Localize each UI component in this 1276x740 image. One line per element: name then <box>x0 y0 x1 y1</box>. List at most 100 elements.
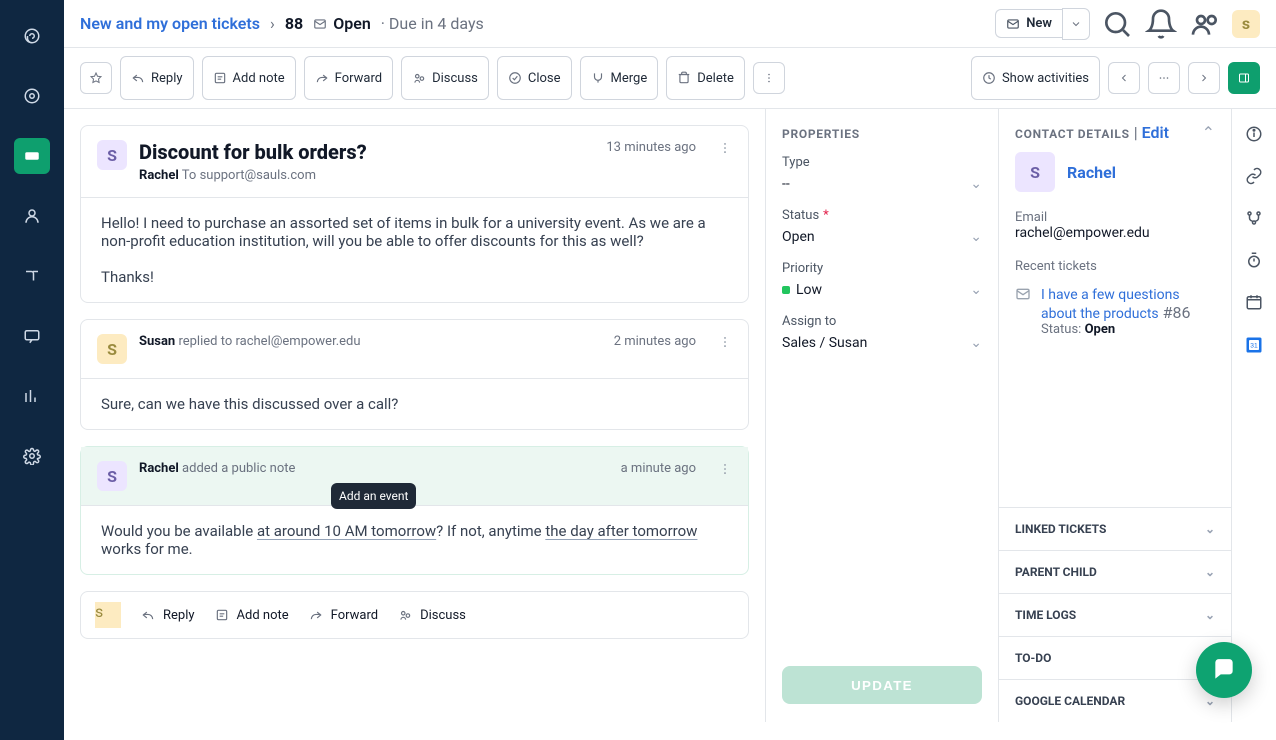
tooltip-text: Add an event <box>339 489 408 503</box>
collapse-contact-icon[interactable]: ⌃ <box>1202 123 1215 142</box>
star-button[interactable] <box>80 62 112 94</box>
label: Priority <box>782 261 982 276</box>
show-activities-label: Show activities <box>1002 71 1089 86</box>
avatar: s <box>95 602 121 628</box>
search-icon <box>1101 8 1133 40</box>
contact-eyebrow: CONTACT DETAILS <box>1015 127 1130 141</box>
close-button[interactable]: Close <box>497 56 572 100</box>
field-type[interactable]: Type --⌄ <box>782 155 982 192</box>
add-note-button[interactable]: Add note <box>202 56 296 100</box>
chat-fab[interactable] <box>1196 642 1252 698</box>
accordion-time-logs[interactable]: TIME LOGS⌄ <box>999 593 1231 636</box>
panel-right-icon <box>1238 72 1250 84</box>
footer-add-note[interactable]: Add note <box>215 608 289 623</box>
field-status[interactable]: Status* Open⌄ <box>782 208 982 245</box>
nav-explore-item[interactable] <box>14 78 50 114</box>
message-more[interactable] <box>718 140 732 159</box>
next-ticket[interactable] <box>1188 62 1220 94</box>
stopwatch-icon[interactable] <box>1245 251 1263 269</box>
recent-ticket-title[interactable]: I have a few questions about the product… <box>1041 287 1180 322</box>
nav-tickets-item[interactable] <box>14 138 50 174</box>
discuss-button[interactable]: Discuss <box>401 56 489 100</box>
note-text-before: Would you be available <box>101 522 257 540</box>
avatar-initial: S <box>107 467 117 486</box>
status-chip: Open <box>313 14 371 33</box>
link-icon[interactable] <box>1245 167 1263 185</box>
recent-status-value: Open <box>1085 322 1116 337</box>
value: Sales / Susan <box>782 335 867 351</box>
update-button[interactable]: UPDATE <box>782 666 982 704</box>
accordion-label: TO-DO <box>1015 651 1051 665</box>
contact-avatar: S <box>1015 152 1055 192</box>
calendar-icon[interactable] <box>1245 293 1263 311</box>
search-button[interactable] <box>1100 7 1134 41</box>
chevron-left-icon <box>1118 72 1130 84</box>
note-underline-1[interactable]: at around 10 AM tomorrow <box>257 522 436 540</box>
value: -- <box>782 176 790 192</box>
more-actions[interactable] <box>753 62 785 94</box>
crumb-list-link[interactable]: New and my open tickets <box>80 14 260 33</box>
accordion-parent-child[interactable]: PARENT CHILD⌄ <box>999 550 1231 593</box>
notifications-button[interactable] <box>1144 7 1178 41</box>
value: Low <box>796 282 822 298</box>
properties-panel: PROPERTIES Type --⌄ Status* Open⌄ Priori… <box>765 109 999 722</box>
contact-edit-link[interactable]: Edit <box>1142 123 1169 142</box>
field-priority[interactable]: Priority Low ⌄ <box>782 261 982 298</box>
discuss-label: Discuss <box>432 71 478 86</box>
accordion-label: GOOGLE CALENDAR <box>1015 694 1125 708</box>
merge-label: Merge <box>611 71 648 86</box>
footer-reply[interactable]: Reply <box>141 608 195 623</box>
message-more[interactable] <box>718 461 732 480</box>
label: Add note <box>237 608 289 623</box>
nav-settings-item[interactable] <box>14 438 50 474</box>
reply-button[interactable]: Reply <box>120 56 194 100</box>
left-nav-rail <box>0 0 64 740</box>
chevron-down-icon: ⌄ <box>1205 522 1215 536</box>
chat-bubble-icon <box>1211 657 1237 683</box>
accordion-label: TIME LOGS <box>1015 608 1076 622</box>
ticket-icon <box>1015 286 1031 337</box>
forward-button[interactable]: Forward <box>304 56 393 100</box>
pager-more[interactable] <box>1148 62 1180 94</box>
field-assign[interactable]: Assign to Sales / Susan⌄ <box>782 314 982 351</box>
nav-contacts-item[interactable] <box>14 198 50 234</box>
note-icon <box>215 608 229 622</box>
message-card-1: S Discount for bulk orders? Rachel To su… <box>80 125 749 303</box>
org-button[interactable] <box>1188 7 1222 41</box>
message-more[interactable] <box>718 334 732 353</box>
top-bar: New and my open tickets › 88 Open · Due … <box>64 0 1276 48</box>
prev-ticket[interactable] <box>1108 62 1140 94</box>
message-time: a minute ago <box>621 461 696 476</box>
nav-knowledge-item[interactable] <box>14 258 50 294</box>
new-button-caret[interactable] <box>1062 8 1090 40</box>
info-icon[interactable] <box>1245 125 1263 143</box>
contact-name[interactable]: Rachel <box>1067 163 1116 182</box>
accordion-google-calendar[interactable]: GOOGLE CALENDAR⌄ <box>999 679 1231 722</box>
kebab-icon <box>718 462 732 476</box>
gcal-icon[interactable]: 31 <box>1244 335 1264 355</box>
message-time: 13 minutes ago <box>606 140 696 155</box>
new-button[interactable]: New <box>995 9 1062 38</box>
hierarchy-icon[interactable] <box>1245 209 1263 227</box>
tooltip-add-event: Add an event <box>331 483 416 509</box>
footer-forward[interactable]: Forward <box>309 608 378 623</box>
avatar-initial: S <box>1030 163 1040 182</box>
user-avatar[interactable]: s <box>1232 10 1260 38</box>
show-activities-button[interactable]: Show activities <box>971 56 1100 100</box>
email-value: rachel@empower.edu <box>1015 225 1215 241</box>
nav-analytics-item[interactable] <box>14 378 50 414</box>
chevron-down-icon: ⌄ <box>970 176 982 192</box>
accordion-label: PARENT CHILD <box>1015 565 1097 579</box>
nav-chats-item[interactable] <box>14 318 50 354</box>
email-label: Email <box>1015 210 1215 225</box>
merge-button[interactable]: Merge <box>580 56 659 100</box>
side-panel-toggle[interactable] <box>1228 62 1260 94</box>
accordion-linked[interactable]: LINKED TICKETS⌄ <box>999 507 1231 550</box>
footer-discuss[interactable]: Discuss <box>398 608 466 623</box>
delete-button[interactable]: Delete <box>666 56 745 100</box>
ticket-title: Discount for bulk orders? <box>139 140 594 164</box>
note-underline-2[interactable]: the day after tomorrow <box>545 522 697 540</box>
note-text-end: works for me. <box>101 540 193 558</box>
ellipsis-icon <box>1158 72 1170 84</box>
chevron-down-icon: ⌄ <box>970 282 982 298</box>
